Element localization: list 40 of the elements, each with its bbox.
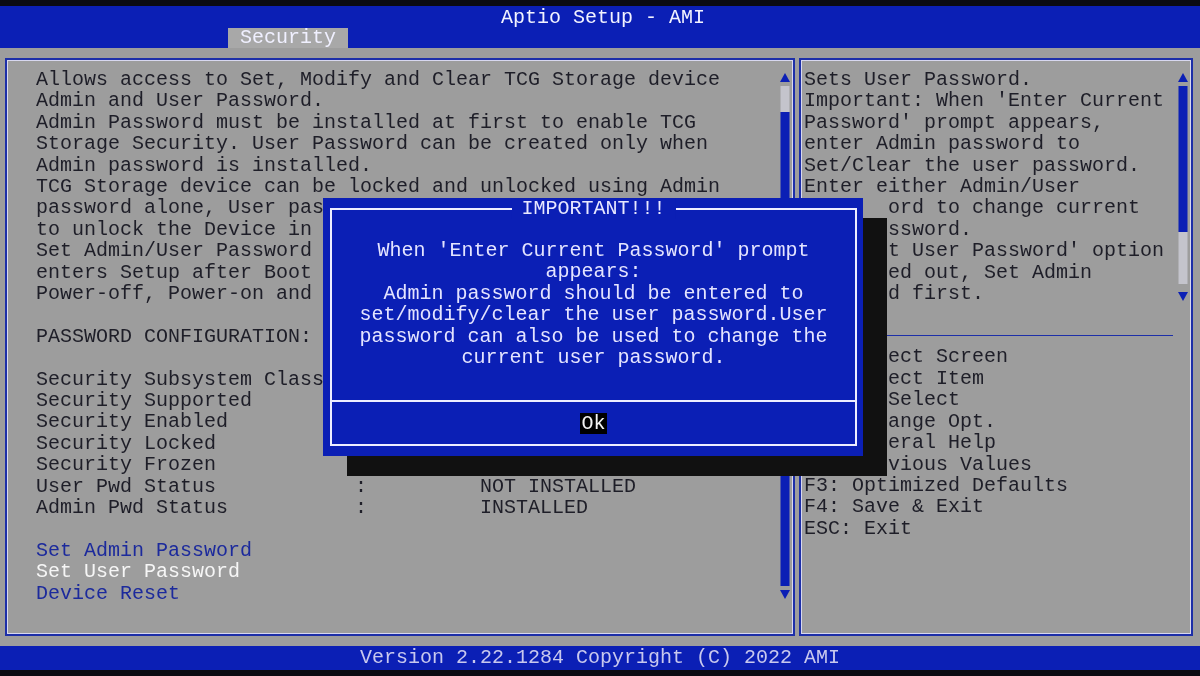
key-hint: ect Item (887, 367, 984, 390)
key-hint: ect Screen (887, 346, 1009, 368)
version-text: Version 2.22.1284 Copyright (C) 2022 AMI (359, 647, 841, 669)
status-label: Security Enabled (36, 411, 229, 433)
menu-item[interactable]: Set Admin Password (36, 539, 253, 562)
help-text-line: Admin Password must be installed at first to enable TCG (36, 111, 697, 134)
help-text-line: enters Setup after Boot (36, 261, 313, 284)
help-text-line: Set Admin/User Password (36, 240, 313, 262)
section-heading: PASSWORD CONFIGURATION: (36, 325, 313, 348)
menu-item[interactable]: Device Reset (36, 582, 181, 605)
status-label: Security Frozen (36, 454, 217, 476)
key-hint: F3: Optimized Defaults (804, 474, 1069, 497)
help-text-line: Admin password is installed. (36, 154, 373, 177)
key-hint: vious Values (887, 453, 1033, 475)
tab[interactable]: Security (228, 28, 348, 48)
status-label: Admin Pwd Status (36, 497, 229, 519)
key-hint: ESC: Exit (804, 517, 913, 540)
status-value: INSTALLED (480, 497, 589, 519)
status-label: Security Locked (36, 432, 217, 455)
status-label: User Pwd Status (36, 475, 217, 498)
help-text-line: TCG Storage device can be locked and unlocked using Admin (36, 176, 721, 198)
help-text-line: to unlock the Device in (36, 218, 313, 241)
key-hint: Select (887, 389, 960, 411)
help-text-line: password alone, User pas (36, 197, 325, 219)
status-value: NOT INSTALLED (480, 475, 637, 498)
help-text-line: Allows access to Set, Modify and Clear TCG Storage device (36, 69, 721, 91)
status-label: Security Supported (36, 390, 253, 412)
help-text-line: Storage Security. User Password can be created only when (36, 133, 709, 155)
key-hint: ange Opt. (887, 410, 997, 433)
help-text-line: Power-off, Power-on and (36, 283, 313, 305)
ok-button[interactable]: Ok (580, 412, 607, 434)
menu-item[interactable]: Set User Password (36, 561, 241, 583)
help-text-line: Admin and User Password. (36, 90, 325, 112)
status-label: Security Subsystem Class (36, 368, 325, 391)
window-title: Aptio Setup - AMI (499, 6, 706, 28)
scrollbar-drawing[interactable] (1177, 72, 1189, 302)
key-hint: F4: Save & Exit (804, 496, 985, 518)
colon-separator: : (355, 475, 367, 498)
key-hint: eral Help (887, 432, 997, 454)
colon-separator: : (355, 497, 367, 519)
